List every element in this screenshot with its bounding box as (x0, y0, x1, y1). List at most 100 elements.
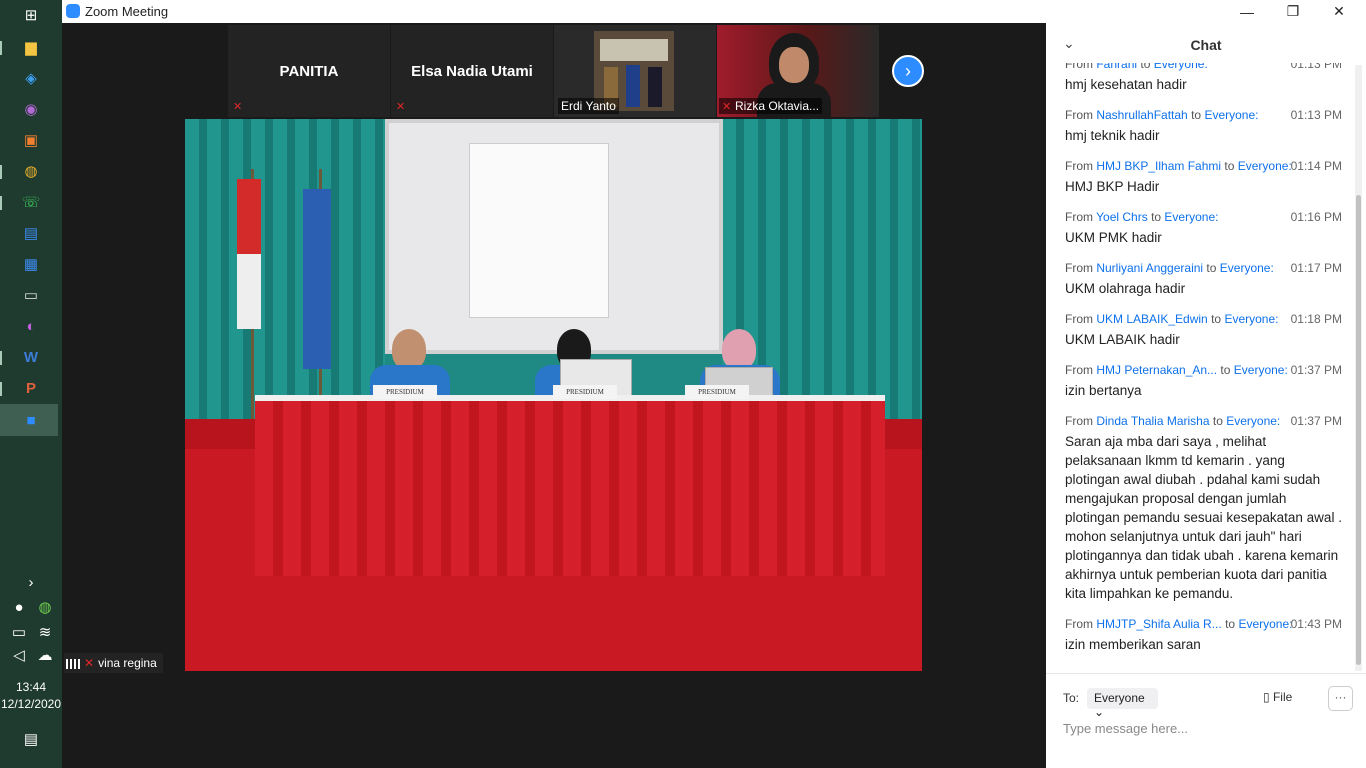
from-prefix: From (1065, 108, 1093, 122)
clock-time[interactable]: 13:44 (0, 680, 62, 694)
notification-icon[interactable]: ▤ (16, 728, 46, 750)
message-sender[interactable]: NashrullahFattah (1096, 108, 1187, 122)
message-recipient[interactable]: Everyone: (1234, 363, 1288, 377)
recipient-select[interactable]: Everyone ⌄ (1087, 688, 1158, 719)
battery-icon[interactable]: ▭ (8, 621, 30, 643)
restore-button[interactable]: ❐ (1270, 0, 1316, 23)
chat-title: Chat (1190, 37, 1222, 53)
window-titlebar: Zoom Meeting — ❐ ✕ (62, 0, 1366, 23)
network-globe-icon[interactable]: ◍ (34, 596, 56, 618)
message-meta: From HMJ BKP_Ilham Fahmi to Everyone: 01:… (1065, 159, 1342, 175)
taskbar-pip (0, 165, 2, 179)
xampp-icon[interactable]: ▣ (16, 129, 46, 151)
tray-expand-icon[interactable]: › (16, 571, 46, 593)
whatsapp-icon[interactable]: ☏ (16, 191, 46, 213)
message-sender[interactable]: HMJ BKP_Ilham Fahmi (1096, 159, 1221, 173)
chat-scrollbar[interactable] (1355, 65, 1362, 671)
message-recipient[interactable]: Everyone: (1164, 210, 1218, 224)
message-sender[interactable]: Fahrani (1096, 63, 1137, 71)
message-input[interactable] (1063, 718, 1353, 738)
projector-screen (385, 119, 723, 354)
vscode-icon[interactable]: ◈ (16, 67, 46, 89)
recipient-value: Everyone (1094, 691, 1145, 705)
participant-name: Elsa Nadia Utami (411, 63, 533, 80)
chat-message: From HMJ Peternakan_An... to Everyone: 01… (1046, 363, 1354, 400)
microphone-icon[interactable]: ● (8, 596, 30, 618)
taskbar-pip (0, 196, 2, 210)
chat-message: From Fahrani to Everyone: 01:13 PM hmj kes… (1046, 63, 1354, 94)
trello-icon[interactable]: ▦ (16, 253, 46, 275)
message-meta: From HMJTP_Shifa Aulia R... to Everyone:… (1065, 617, 1342, 633)
wifi-icon[interactable]: ≋ (34, 621, 56, 643)
taskbar-pip (0, 351, 2, 365)
from-prefix: From (1065, 261, 1093, 275)
message-text: UKM PMK hadir (1065, 230, 1162, 245)
message-sender[interactable]: HMJTP_Shifa Aulia R... (1096, 617, 1221, 631)
message-time: 01:13 PM (1290, 63, 1342, 71)
message-recipient[interactable]: Everyone: (1224, 312, 1278, 326)
app-blue-icon[interactable]: ▤ (16, 222, 46, 244)
file-explorer-icon[interactable]: ▆ (16, 36, 46, 58)
zoom-taskbar-icon[interactable]: ■ (16, 409, 46, 431)
scroll-thumb[interactable] (1356, 195, 1361, 665)
message-recipient[interactable]: Everyone: (1226, 414, 1280, 428)
mic-muted-icon: ✕ (84, 656, 95, 670)
placard: PRESIDIUM (553, 385, 617, 399)
message-recipient[interactable]: Everyone: (1238, 617, 1292, 631)
message-sender[interactable]: Yoel Chrs (1096, 210, 1148, 224)
windows-start-icon[interactable]: ⊞ (16, 4, 46, 26)
mic-muted-icon: ✕ (233, 101, 243, 113)
cloud-icon[interactable]: ☁ (34, 644, 56, 666)
to-word: to (1151, 210, 1162, 224)
message-text: hmj kesehatan hadir (1065, 77, 1187, 92)
message-sender[interactable]: HMJ Peternakan_An... (1096, 363, 1217, 377)
message-text: HMJ BKP Hadir (1065, 179, 1160, 194)
file-label: File (1272, 690, 1293, 704)
taskbar-pip (0, 41, 2, 55)
flag-blue (303, 189, 331, 369)
message-recipient[interactable]: Everyone: (1154, 63, 1208, 71)
participant-tile[interactable]: PANITIA ✕ (228, 25, 390, 117)
terminal-icon[interactable]: ▭ (16, 284, 46, 306)
chat-header: ⌄ Chat (1046, 23, 1366, 63)
participant-name: Erdi Yanto (558, 98, 619, 114)
message-sender[interactable]: UKM LABAIK_Edwin (1096, 312, 1207, 326)
minimize-button[interactable]: — (1224, 0, 1270, 23)
participant-tile[interactable]: Erdi Yanto (554, 25, 716, 117)
participant-tile[interactable]: Elsa Nadia Utami ✕ (391, 25, 553, 117)
message-sender[interactable]: Dinda Thalia Marisha (1096, 414, 1209, 428)
self-view-label: ✕ vina regina (64, 653, 163, 673)
chat-message-list[interactable]: From Fahrani to Everyone: 01:13 PM hmj kes… (1046, 63, 1354, 673)
message-meta: From UKM LABAIK_Edwin to Everyone: 01:18 … (1065, 312, 1342, 328)
message-time: 01:37 PM (1290, 414, 1342, 428)
word-icon[interactable]: W (16, 346, 46, 368)
next-page-button[interactable]: › (892, 55, 924, 87)
chrome-icon[interactable]: ◍ (16, 160, 46, 182)
participant-tile[interactable]: Rizka Oktavia... ✕ (717, 25, 879, 117)
powerpoint-icon[interactable]: P (16, 377, 46, 399)
chat-message: From UKM LABAIK_Edwin to Everyone: 01:18 … (1046, 312, 1354, 349)
message-text: hmj teknik hadir (1065, 128, 1160, 143)
message-time: 01:37 PM (1290, 363, 1342, 377)
chat-message: From HMJTP_Shifa Aulia R... to Everyone:… (1046, 617, 1354, 654)
message-text: Saran aja mba dari saya , melihat pelaks… (1065, 434, 1342, 601)
message-sender[interactable]: Nurliyani Anggeraini (1096, 261, 1203, 275)
message-recipient[interactable]: Everyone: (1204, 108, 1258, 122)
volume-icon[interactable]: ◁ (8, 644, 30, 666)
message-recipient[interactable]: Everyone: (1220, 261, 1274, 275)
app-purple-icon[interactable]: ◉ (16, 98, 46, 120)
to-word: to (1191, 108, 1202, 122)
clock-date[interactable]: 12/12/2020 (0, 697, 62, 711)
placard: PRESIDIUM (373, 385, 437, 399)
close-button[interactable]: ✕ (1316, 0, 1362, 23)
message-time: 01:14 PM (1290, 159, 1342, 173)
to-word: to (1220, 363, 1231, 377)
message-text: izin memberikan saran (1065, 637, 1201, 652)
message-meta: From NashrullahFattah to Everyone: 01:13 … (1065, 108, 1342, 124)
zoom-logo-icon (66, 4, 80, 18)
file-button[interactable]: ▯ File (1263, 690, 1292, 704)
more-options-button[interactable]: ··· (1328, 686, 1353, 711)
message-recipient[interactable]: Everyone: (1238, 159, 1292, 173)
app-gradient-icon[interactable]: ◐ (16, 315, 46, 337)
meeting-area: PANITIA ✕ Elsa Nadia Utami ✕ Erdi Yanto … (62, 23, 1046, 768)
